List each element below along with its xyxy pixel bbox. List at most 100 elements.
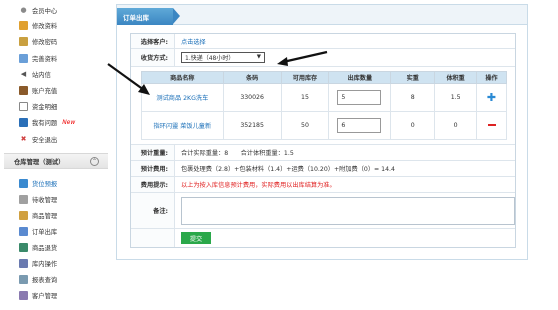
table-row: 指环闪靈 菜饭儿童新 352185 50 6 0 0 (141, 111, 507, 140)
fee-row: 预计费用: 包裹处理费（2.8）+包装材料（1.4）+运费（10.20）+附加费… (131, 161, 515, 177)
remove-row-icon[interactable] (487, 123, 496, 127)
sidebar-item-label: 账户充值 (32, 88, 58, 95)
report-icon (19, 275, 28, 284)
document-icon (19, 54, 28, 63)
sidebar-item-forecast[interactable]: 货位预报 (19, 178, 57, 189)
goods-table: 商品名称 条码 可用库存 出库数量 实重 体积重 操作 测试商品 2KG洗车 3… (141, 71, 507, 140)
sidebar-item-reports[interactable]: 报表查询 (19, 274, 57, 285)
col-header-weight: 实重 (390, 71, 436, 84)
customer-row: 选择客户: 点击选择 (131, 34, 515, 49)
add-row-icon[interactable]: ✚ (487, 91, 496, 104)
sidebar-item-label: 资金明细 (32, 104, 58, 111)
shipping-method-value: 1.快递（48小时） (185, 55, 235, 62)
dropdown-arrow-icon: ▼ (256, 54, 261, 60)
user-icon: ● (20, 6, 27, 14)
list-icon (19, 102, 28, 111)
shipping-method-select[interactable]: 1.快递（48小时） ▼ (181, 52, 265, 63)
main-panel: 订单出库 选择客户: 点击选择 收货方式: 1.快递（48小时） ▼ 商品名称 (116, 4, 528, 260)
sidebar-item-warehouse-ops[interactable]: 库内操作 (19, 258, 57, 269)
sidebar-item-returns[interactable]: 商品退货 (19, 242, 57, 253)
weight-cell: 0 (390, 111, 436, 140)
sidebar-item-member-center[interactable]: ● 会员中心 (19, 5, 57, 16)
collapse-icon[interactable]: ⌃ (90, 157, 99, 166)
sidebar: ● 会员中心 修改资料 修改密码 完善资料 ◀ 站内信 账户充值 资金明细 我有… (0, 0, 110, 310)
sidebar-item-recharge[interactable]: 账户充值 (19, 85, 57, 96)
sidebar-item-messages[interactable]: ◀ 站内信 (19, 69, 51, 80)
sidebar-item-label: 我有问题 (32, 120, 58, 127)
barcode-cell: 330026 (222, 83, 282, 112)
customer-label: 选择客户: (131, 34, 175, 48)
stock-cell: 15 (280, 83, 330, 112)
sidebar-item-label: 修改资料 (32, 23, 58, 30)
annotation-arrow-icon (107, 63, 150, 95)
tab-bar: 订单出库 (117, 5, 527, 25)
remark-row: 备注: (131, 193, 515, 229)
submit-button[interactable]: 提交 (181, 232, 211, 244)
sidebar-item-label: 修改密码 (32, 39, 58, 46)
submit-row: 提交 (131, 229, 515, 247)
col-header-op: 操作 (476, 71, 507, 84)
group-title: 仓库管理（测试） (14, 158, 65, 166)
annotation-arrow-icon (277, 50, 328, 66)
tip-label: 费用提示: (131, 177, 175, 192)
sidebar-item-customers[interactable]: 客户管理 (19, 290, 57, 301)
sidebar-item-label: 商品管理 (32, 213, 58, 220)
edit-icon (19, 21, 28, 30)
fee-label: 预计费用: (131, 161, 175, 176)
tip-row: 费用提示: 以上为按入库信息预计费用，实际费用以出库结算为准。 (131, 177, 515, 193)
speaker-icon: ◀ (20, 70, 27, 78)
wallet-icon (19, 86, 28, 95)
sidebar-item-products[interactable]: 商品管理 (19, 210, 57, 221)
sidebar-item-complete-profile[interactable]: 完善资料 (19, 53, 57, 64)
sidebar-item-label: 安全退出 (32, 137, 58, 144)
package-icon (19, 211, 28, 220)
sidebar-item-label: 订单出库 (32, 229, 58, 236)
fee-summary: 包裹处理费（2.8）+包装材料（1.4）+运费（10.20）+附加费（0）= 1… (181, 166, 395, 173)
sidebar-item-label: 客户管理 (32, 293, 58, 300)
lock-icon (19, 37, 28, 46)
vol-weight-cell: 0 (434, 111, 478, 140)
product-name-link[interactable]: 指环闪靈 菜饭儿童新 (141, 111, 224, 140)
new-badge: New (62, 119, 76, 126)
quantity-input[interactable]: 5 (337, 90, 382, 105)
sidebar-item-edit-profile[interactable]: 修改资料 (19, 20, 57, 31)
sidebar-item-label: 完善资料 (32, 56, 58, 63)
exit-icon: ✖ (20, 135, 27, 143)
stock-cell: 50 (280, 111, 330, 140)
weight-cell: 8 (390, 83, 436, 112)
quantity-input[interactable]: 6 (337, 118, 382, 133)
col-header-barcode: 条码 (222, 71, 282, 84)
goods-row: 商品名称 条码 可用库存 出库数量 实重 体积重 操作 测试商品 2KG洗车 3… (131, 67, 515, 145)
barcode-cell: 352185 (222, 111, 282, 140)
sidebar-item-label: 商品退货 (32, 245, 58, 252)
weight-summary: 合计实际重量：8 合计体积重量：1.5 (181, 150, 294, 157)
tab-order-outbound[interactable]: 订单出库 (117, 8, 180, 25)
remark-textarea[interactable] (181, 196, 515, 225)
inbox-icon (19, 195, 28, 204)
weight-row: 预计重量: 合计实际重量：8 合计体积重量：1.5 (131, 145, 515, 161)
return-icon (19, 243, 28, 252)
sidebar-item-questions[interactable]: 我有问题 New (19, 117, 75, 128)
remark-label: 备注: (131, 193, 175, 228)
warehouse-group-header[interactable]: 仓库管理（测试） ⌃ (4, 153, 108, 169)
sidebar-item-change-password[interactable]: 修改密码 (19, 36, 57, 47)
sidebar-item-label: 会员中心 (32, 8, 58, 15)
warehouse-icon (19, 259, 28, 268)
sidebar-item-label: 货位预报 (32, 181, 58, 188)
col-header-qty: 出库数量 (328, 71, 392, 84)
sidebar-item-order-outbound[interactable]: 订单出库 (19, 226, 57, 237)
fee-tip-text: 以上为按入库信息预计费用，实际费用以出库结算为准。 (181, 182, 336, 189)
vol-weight-cell: 1.5 (434, 83, 478, 112)
select-customer-link[interactable]: 点击选择 (181, 37, 206, 46)
sidebar-item-pending[interactable]: 待收管理 (19, 194, 57, 205)
sidebar-item-logout[interactable]: ✖ 安全退出 (19, 134, 58, 145)
col-header-vol-weight: 体积重 (434, 71, 478, 84)
sidebar-item-label: 站内信 (32, 72, 51, 79)
table-row: 测试商品 2KG洗车 330026 15 5 8 1.5 ✚ (141, 83, 507, 112)
sidebar-item-fund-details[interactable]: 资金明细 (19, 101, 57, 112)
weight-label: 预计重量: (131, 145, 175, 160)
sidebar-item-label: 报表查询 (32, 277, 58, 284)
sidebar-item-label: 待收管理 (32, 197, 58, 204)
question-icon (19, 118, 28, 127)
order-icon (19, 227, 28, 236)
